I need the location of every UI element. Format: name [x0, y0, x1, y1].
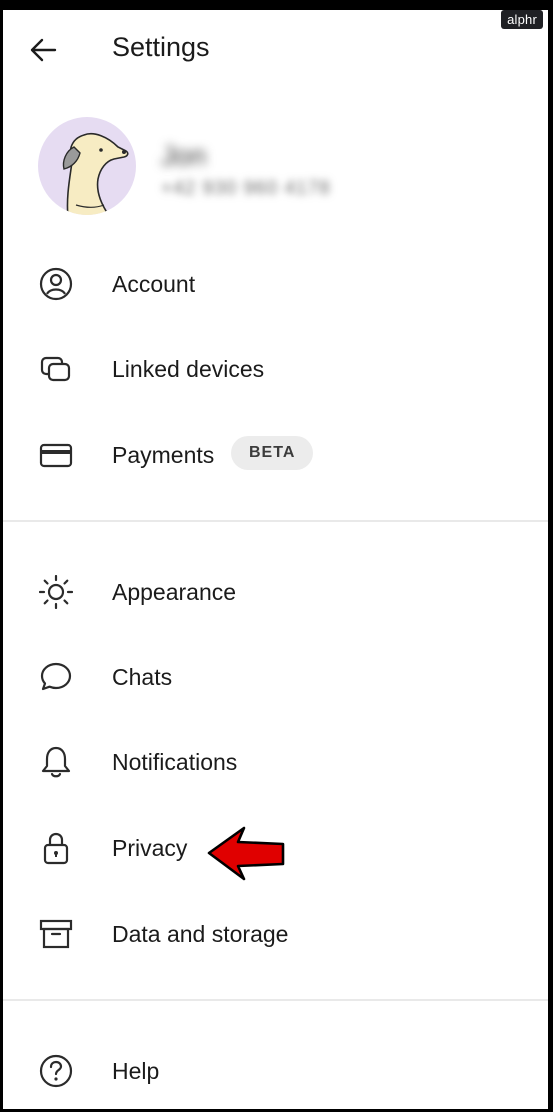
menu-item-appearance[interactable]: Appearance — [3, 555, 548, 627]
help-circle-icon — [39, 1054, 73, 1088]
menu-item-linked-devices[interactable]: Linked devices — [3, 332, 548, 404]
lock-icon — [43, 832, 69, 865]
avatar[interactable] — [38, 117, 136, 215]
sun-icon — [39, 575, 73, 609]
red-annotation-arrow-icon — [207, 826, 285, 881]
credit-card-icon — [39, 443, 73, 468]
menu-item-label: Appearance — [112, 579, 237, 605]
app-header: Settings — [3, 10, 548, 92]
menu-item-data-storage[interactable]: Data and storage — [3, 897, 548, 969]
dog-avatar-icon — [62, 132, 129, 215]
menu-item-payments[interactable]: Payments BETA — [3, 418, 548, 490]
section-divider — [3, 999, 548, 1001]
menu-item-label: Account — [112, 271, 196, 297]
profile-row[interactable]: Jon +42 930 960 4178 — [3, 110, 548, 230]
section-divider — [3, 520, 548, 522]
profile-name: Jon — [161, 140, 207, 171]
menu-item-label: Privacy — [112, 835, 188, 861]
menu-item-chats[interactable]: Chats — [3, 640, 548, 712]
menu-item-label: Linked devices — [112, 356, 265, 382]
menu-item-label: Payments — [112, 442, 215, 468]
menu-item-help[interactable]: Help — [3, 1034, 548, 1106]
menu-item-notifications[interactable]: Notifications — [3, 725, 548, 797]
menu-item-label: Notifications — [112, 749, 238, 775]
bell-icon — [41, 746, 71, 778]
person-circle-icon — [39, 267, 73, 301]
page-title: Settings — [112, 32, 210, 62]
chat-bubble-icon — [40, 662, 72, 691]
menu-item-account[interactable]: Account — [3, 247, 548, 319]
menu-item-label: Chats — [112, 664, 173, 690]
settings-screen: alphr Settings Jon +42 930 960 4178 Acco… — [3, 10, 548, 1109]
archive-box-icon — [39, 919, 73, 949]
profile-phone: +42 930 960 4178 — [161, 178, 331, 199]
linked-devices-icon — [40, 356, 71, 382]
menu-item-label: Help — [112, 1058, 160, 1084]
beta-badge: BETA — [231, 436, 314, 470]
menu-item-label: Data and storage — [112, 921, 289, 947]
back-arrow-icon[interactable] — [28, 35, 58, 65]
